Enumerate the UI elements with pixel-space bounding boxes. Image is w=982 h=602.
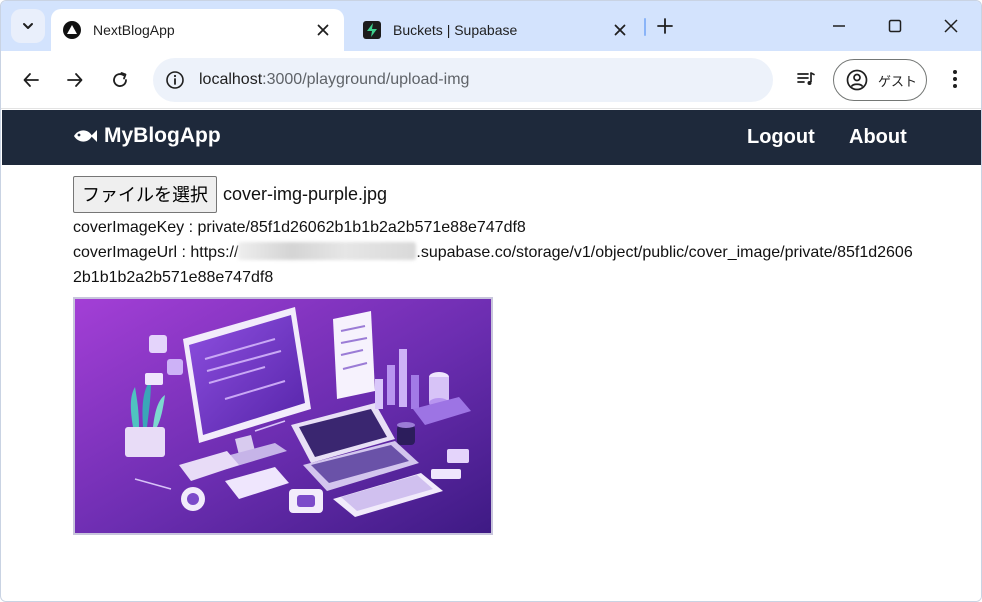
- tab-strip: NextBlogApp Buckets | Supabase: [1, 1, 981, 51]
- supabase-icon: [363, 21, 381, 39]
- reload-icon: [113, 72, 127, 87]
- minimize-button[interactable]: [821, 11, 857, 41]
- info-icon[interactable]: [165, 70, 185, 90]
- fish-icon: [72, 127, 98, 145]
- new-tab-button[interactable]: [653, 14, 677, 38]
- brand-name: MyBlogApp: [104, 124, 221, 147]
- account-circle-icon: [846, 69, 868, 91]
- tab-supabase[interactable]: Buckets | Supabase: [351, 9, 641, 51]
- url-path: :3000/playground/upload-img: [262, 71, 470, 88]
- about-link[interactable]: About: [849, 126, 907, 149]
- browser-window: NextBlogApp Buckets | Supabase localhost…: [0, 0, 982, 602]
- web-page: MyBlogApp Logout About ファイルを選択 cover-img…: [2, 110, 981, 601]
- selected-file-name: cover-img-purple.jpg: [223, 183, 388, 204]
- browser-toolbar: localhost:3000/playground/upload-img ゲスト: [1, 51, 981, 109]
- cover-image-key-value: private/85f1d26062b1b1b2a2b571e88e747df8: [197, 219, 526, 236]
- cover-image-key: coverImageKey : private/85f1d26062b1b1b2…: [73, 215, 923, 240]
- close-icon: [944, 19, 958, 33]
- back-button[interactable]: [15, 64, 47, 96]
- url-host: localhost: [199, 71, 263, 88]
- workspace-illustration: [75, 299, 491, 533]
- close-icon[interactable]: [611, 21, 629, 39]
- close-icon[interactable]: [314, 21, 332, 39]
- profile-button[interactable]: ゲスト: [833, 59, 927, 101]
- chevron-down-icon: [23, 23, 33, 29]
- cover-image-preview: [73, 297, 493, 535]
- window-close-button[interactable]: [933, 11, 969, 41]
- reload-button[interactable]: [104, 64, 136, 96]
- tab-title: NextBlogApp: [93, 22, 175, 38]
- tab-title: Buckets | Supabase: [393, 22, 518, 38]
- logout-link[interactable]: Logout: [747, 126, 815, 149]
- cover-image-url-prefix: https://: [190, 244, 239, 261]
- brand-link[interactable]: MyBlogApp: [72, 124, 221, 148]
- minimize-icon: [833, 25, 845, 27]
- maximize-icon: [888, 19, 902, 33]
- cover-image-url: coverImageUrl : https://.supabase.co/sto…: [73, 240, 913, 290]
- browser-menu-button[interactable]: [941, 65, 969, 93]
- tab-separator: [644, 18, 646, 36]
- upload-panel: ファイルを選択 cover-img-purple.jpg coverImageK…: [73, 175, 923, 290]
- tab-nextblogapp[interactable]: NextBlogApp: [51, 9, 344, 51]
- address-bar[interactable]: localhost:3000/playground/upload-img: [153, 58, 773, 102]
- cover-image-key-label: coverImageKey :: [73, 219, 198, 236]
- choose-file-button[interactable]: ファイルを選択: [73, 175, 217, 213]
- arrow-left-icon: [23, 73, 39, 87]
- arrow-right-icon: [67, 73, 83, 87]
- nextjs-icon: [63, 21, 81, 39]
- url-text: localhost:3000/playground/upload-img: [199, 71, 469, 89]
- forward-button[interactable]: [59, 64, 91, 96]
- playlist-music-icon: [797, 72, 815, 85]
- more-vert-icon: [953, 70, 957, 88]
- file-input[interactable]: ファイルを選択 cover-img-purple.jpg: [73, 175, 923, 213]
- app-header: MyBlogApp Logout About: [2, 110, 981, 165]
- redacted-host: [238, 242, 417, 260]
- media-control-button[interactable]: [792, 65, 820, 93]
- tab-search-button[interactable]: [11, 9, 45, 43]
- cover-image-url-label: coverImageUrl :: [73, 244, 191, 261]
- profile-label: ゲスト: [878, 73, 918, 89]
- plus-icon: [657, 18, 673, 34]
- maximize-button[interactable]: [877, 11, 913, 41]
